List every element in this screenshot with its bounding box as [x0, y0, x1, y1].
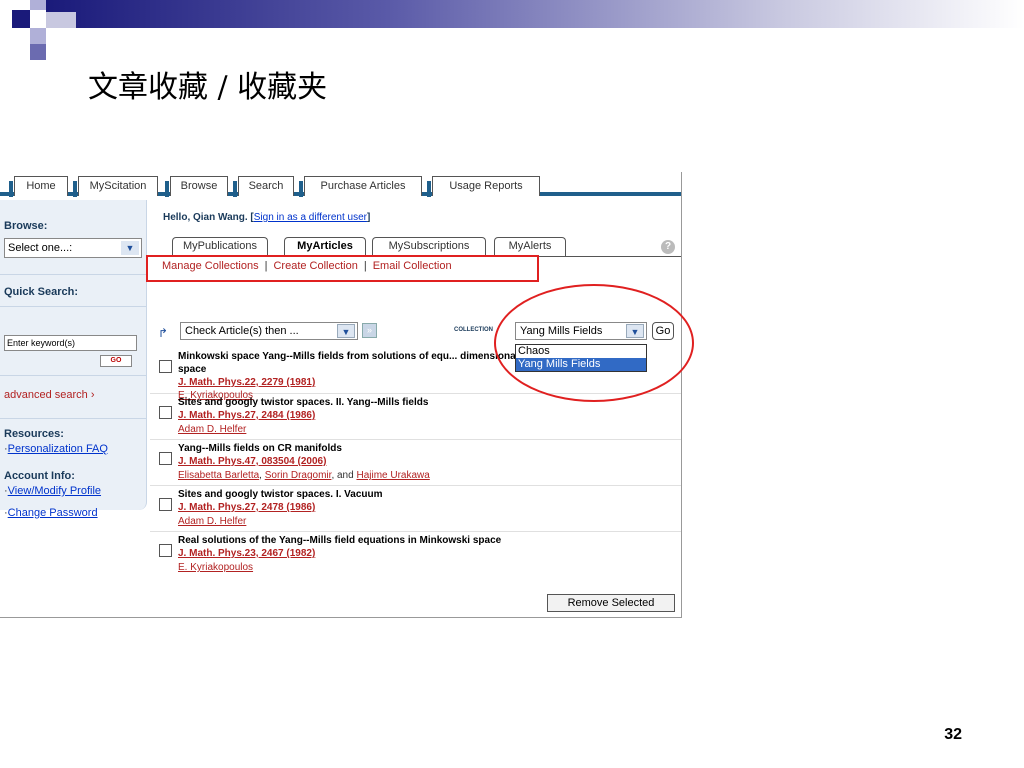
article-title: Sites and googly twistor spaces. I. Vacu… [178, 489, 383, 500]
greeting-text: Hello, Qian Wang. [163, 212, 248, 223]
collection-label: COLLECTION [454, 327, 493, 333]
chevron-down-icon: ▼ [337, 324, 355, 338]
article-citation-link[interactable]: J. Math. Phys.22, 2279 (1981) [178, 377, 315, 388]
author-link[interactable]: Sorin Dragomir [265, 470, 332, 481]
tab-mypublications[interactable]: MyPublications [172, 237, 268, 256]
nav-tab-browse[interactable]: Browse [165, 176, 228, 197]
article-authors: Elisabetta Barletta, Sorin Dragomir, and… [178, 470, 430, 481]
nav-tab-usage-reports[interactable]: Usage Reports [427, 176, 540, 197]
decoration-square [46, 12, 76, 28]
sidebar: Browse: Select one...: ▼ Quick Search: E… [0, 200, 147, 519]
help-icon[interactable]: ? [661, 240, 675, 254]
article-checkbox[interactable] [159, 544, 172, 557]
corner-arrow-icon: ↱ [158, 326, 169, 340]
list-item: Real solutions of the Yang--Mills field … [150, 532, 681, 578]
nav-tab-purchase-articles[interactable]: Purchase Articles [299, 176, 422, 197]
divider [0, 306, 147, 307]
decoration-square [12, 10, 30, 28]
article-action-select[interactable]: Check Article(s) then ... ▼ [180, 322, 358, 340]
link-text: View/Modify Profile [7, 485, 102, 497]
article-title: Real solutions of the Yang--Mills field … [178, 535, 502, 546]
decoration-square [30, 28, 46, 44]
divider [0, 418, 147, 419]
quick-search-label: Quick Search: [4, 286, 78, 298]
greeting: Hello, Qian Wang. [Sign in as a differen… [163, 212, 371, 223]
article-citation-link[interactable]: J. Math. Phys.27, 2484 (1986) [178, 410, 315, 421]
article-action-go-button[interactable]: » [362, 323, 377, 338]
article-checkbox[interactable] [159, 498, 172, 511]
article-citation-link[interactable]: J. Math. Phys.47, 083504 (2006) [178, 456, 326, 467]
advanced-search-label: advanced search [4, 389, 88, 401]
tab-mysubscriptions[interactable]: MySubscriptions [372, 237, 486, 256]
article-author-link[interactable]: Adam D. Helfer [178, 516, 246, 527]
remove-selected-button[interactable]: Remove Selected [547, 594, 675, 612]
author-link[interactable]: Hajime Urakawa [356, 470, 429, 481]
slide-title: 文章收藏 / 收藏夹 [88, 70, 328, 105]
nav-tab-search[interactable]: Search [233, 176, 294, 197]
article-checkbox[interactable] [159, 452, 172, 465]
top-navigation: Home MyScitation Browse Search Purchase … [0, 172, 681, 197]
annotation-highlight-box [146, 255, 539, 282]
article-title: Yang--Mills fields on CR manifolds [178, 443, 342, 454]
tab-myarticles[interactable]: MyArticles [284, 237, 366, 256]
annotation-highlight-ellipse [494, 284, 694, 402]
keyword-search-input[interactable]: Enter keyword(s) [4, 335, 137, 351]
article-checkbox[interactable] [159, 406, 172, 419]
personalization-faq-link[interactable]: ·Personalization FAQ [4, 443, 108, 455]
link-text: Personalization FAQ [7, 443, 108, 455]
advanced-search-link[interactable]: advanced search › [4, 389, 95, 401]
browse-label: Browse: [4, 220, 48, 232]
article-action-value: Check Article(s) then ... [185, 325, 299, 337]
article-author-link[interactable]: E. Kyriakopoulos [178, 562, 253, 573]
change-password-link[interactable]: ·Change Password [4, 507, 98, 519]
account-info-label: Account Info: [4, 470, 75, 482]
decoration-square [30, 0, 46, 10]
decoration-square [30, 44, 46, 60]
article-citation-link[interactable]: J. Math. Phys.27, 2478 (1986) [178, 502, 315, 513]
list-item: Yang--Mills fields on CR manifolds J. Ma… [150, 440, 681, 486]
divider [0, 274, 147, 275]
link-text: Change Password [7, 507, 98, 519]
article-title: Sites and googly twistor spaces. II. Yan… [178, 397, 429, 408]
resources-label: Resources: [4, 428, 64, 440]
tab-myalerts[interactable]: MyAlerts [494, 237, 566, 256]
nav-tab-myscitation[interactable]: MyScitation [73, 176, 158, 197]
chevron-down-icon: ▼ [121, 241, 139, 255]
browse-select-value: Select one...: [8, 242, 73, 254]
article-author-link[interactable]: Adam D. Helfer [178, 424, 246, 435]
quick-search-go-button[interactable]: GO [100, 355, 132, 367]
author-link[interactable]: Elisabetta Barletta [178, 470, 259, 481]
article-checkbox[interactable] [159, 360, 172, 373]
title-decoration-bar [46, 0, 1024, 28]
divider [0, 375, 147, 376]
article-citation-link[interactable]: J. Math. Phys.23, 2467 (1982) [178, 548, 315, 559]
chevron-right-icon: › [90, 389, 95, 401]
browse-select[interactable]: Select one...: ▼ [4, 238, 142, 258]
sign-in-different-user-link[interactable]: Sign in as a different user [254, 212, 367, 223]
list-item: Sites and googly twistor spaces. I. Vacu… [150, 486, 681, 532]
slide-number: 32 [944, 726, 962, 743]
nav-tab-home[interactable]: Home [9, 176, 68, 197]
view-modify-profile-link[interactable]: ·View/Modify Profile [4, 485, 101, 497]
